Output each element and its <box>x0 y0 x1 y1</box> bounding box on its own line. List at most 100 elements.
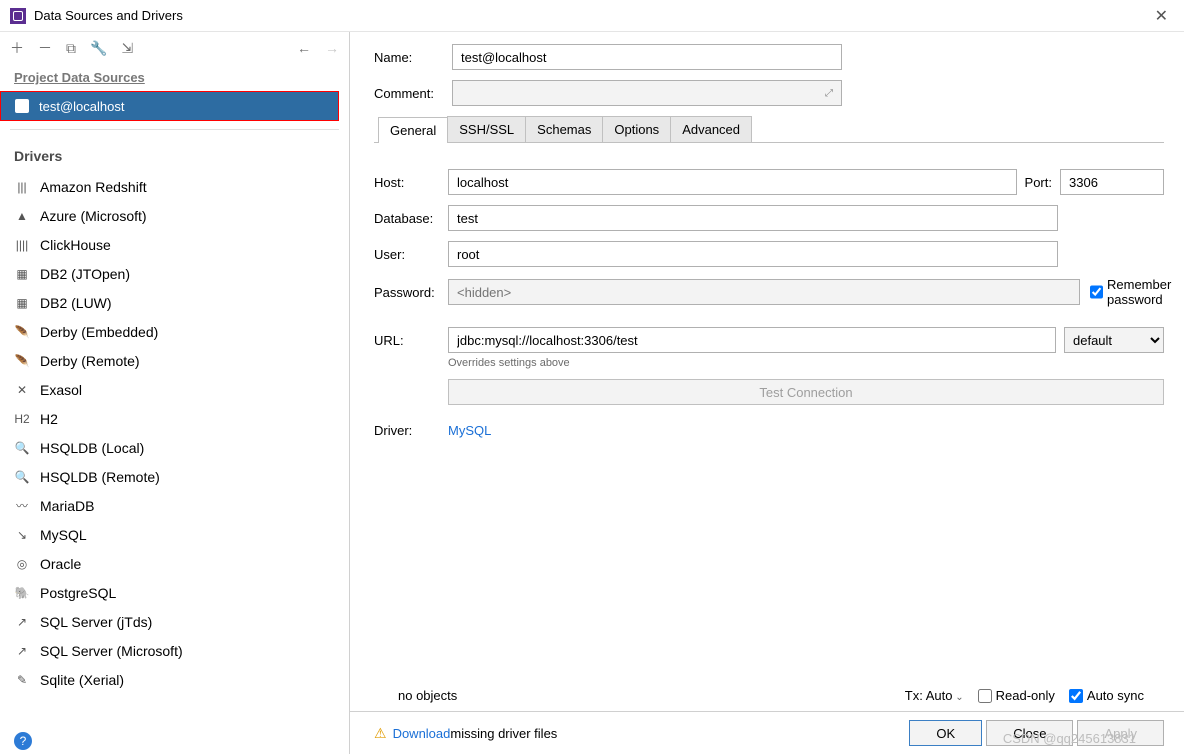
name-label: Name: <box>374 50 452 65</box>
driver-list: |||Amazon Redshift▲Azure (Microsoft)||||… <box>0 172 349 754</box>
driver-item[interactable]: 🪶 Derby (Embedded) <box>0 317 349 346</box>
driver-icon: ↘ <box>14 527 30 543</box>
driver-item[interactable]: ✎Sqlite (Xerial) <box>0 665 349 694</box>
main-panel: Name: Comment: ⤢ GeneralSSH/SSLSchemasOp… <box>350 32 1184 754</box>
driver-item[interactable]: ▦DB2 (JTOpen) <box>0 259 349 288</box>
driver-label: HSQLDB (Local) <box>40 440 144 456</box>
port-label: Port: <box>1025 175 1052 190</box>
driver-item[interactable]: ▦DB2 (LUW) <box>0 288 349 317</box>
driver-label: PostgreSQL <box>40 585 116 601</box>
driver-icon: ▲ <box>14 208 30 224</box>
driver-label: SQL Server (jTds) <box>40 614 152 630</box>
url-mode-select[interactable]: default <box>1064 327 1164 353</box>
driver-item[interactable]: |||| ClickHouse <box>0 230 349 259</box>
window-title: Data Sources and Drivers <box>34 8 183 23</box>
driver-label: DB2 (JTOpen) <box>40 266 130 282</box>
data-source-label: test@localhost <box>39 99 124 114</box>
driver-icon: ||| <box>14 179 30 195</box>
driver-item[interactable]: 🪶Derby (Remote) <box>0 346 349 375</box>
remember-label: Remember password <box>1107 277 1171 307</box>
close-icon[interactable]: ✕ <box>1149 4 1174 28</box>
expand-icon[interactable]: ⤢ <box>825 88 833 99</box>
tabs: GeneralSSH/SSLSchemasOptionsAdvanced <box>374 116 1164 143</box>
driver-icon: |||| <box>14 237 30 253</box>
copy-icon[interactable]: ⧉ <box>66 40 76 57</box>
driver-label: Oracle <box>40 556 81 572</box>
autosync-checkbox[interactable]: Auto sync <box>1069 688 1144 703</box>
driver-item[interactable]: ↘ MySQL <box>0 520 349 549</box>
driver-label: MariaDB <box>40 498 94 514</box>
driver-item[interactable]: ▲Azure (Microsoft) <box>0 201 349 230</box>
comment-input[interactable]: ⤢ <box>452 80 842 106</box>
driver-icon: ◎ <box>14 556 30 572</box>
close-button[interactable]: Close <box>986 720 1073 746</box>
autosync-input[interactable] <box>1069 689 1083 703</box>
download-link[interactable]: Download <box>393 726 451 741</box>
help-icon[interactable]: ? <box>14 732 32 750</box>
url-input[interactable] <box>448 327 1056 353</box>
driver-label: SQL Server (Microsoft) <box>40 643 183 659</box>
driver-item[interactable]: H2H2 <box>0 404 349 433</box>
driver-icon: 🪶 <box>14 324 30 340</box>
driver-icon: ✎ <box>14 672 30 688</box>
user-label: User: <box>374 247 448 262</box>
data-source-item-selected[interactable]: test@localhost <box>0 91 339 121</box>
chevron-down-icon: ⌄ <box>952 692 963 703</box>
driver-item[interactable]: 🔍 HSQLDB (Remote) <box>0 462 349 491</box>
driver-icon: 🪶 <box>14 353 30 369</box>
warning-icon: ⚠ <box>374 725 387 742</box>
app-icon <box>10 8 26 24</box>
password-input[interactable] <box>448 279 1080 305</box>
remember-checkbox-input[interactable] <box>1090 285 1103 299</box>
driver-label: ClickHouse <box>40 237 111 253</box>
name-input[interactable] <box>452 44 842 70</box>
driver-label: HSQLDB (Remote) <box>40 469 160 485</box>
diagram-icon[interactable]: ⇲ <box>121 40 133 57</box>
driver-item[interactable]: 🔍 HSQLDB (Local) <box>0 433 349 462</box>
driver-icon: 🔍 <box>14 469 30 485</box>
project-data-sources-header: Project Data Sources <box>0 64 349 91</box>
driver-icon: ✕ <box>14 382 30 398</box>
driver-icon: 🐘 <box>14 585 30 601</box>
url-label: URL: <box>374 333 448 348</box>
apply-button[interactable]: Apply <box>1077 720 1164 746</box>
ok-button[interactable]: OK <box>909 720 982 746</box>
test-connection-button[interactable]: Test Connection <box>448 379 1164 405</box>
driver-item[interactable]: 🐘 PostgreSQL <box>0 578 349 607</box>
readonly-checkbox[interactable]: Read-only <box>978 688 1055 703</box>
driver-icon: ↗ <box>14 643 30 659</box>
no-objects-text: no objects <box>398 688 457 703</box>
database-input[interactable] <box>448 205 1058 231</box>
driver-item[interactable]: ◎ Oracle <box>0 549 349 578</box>
driver-link[interactable]: MySQL <box>448 423 491 438</box>
tab-advanced[interactable]: Advanced <box>670 116 752 142</box>
wrench-icon[interactable]: 🔧 <box>90 40 107 57</box>
database-label: Database: <box>374 211 448 226</box>
driver-icon: H2 <box>14 411 30 427</box>
tab-general[interactable]: General <box>378 117 448 143</box>
tx-mode[interactable]: Tx: Auto ⌄ <box>905 688 964 703</box>
remember-password-checkbox[interactable]: Remember password <box>1090 277 1164 307</box>
driver-item[interactable]: ✕Exasol <box>0 375 349 404</box>
driver-item[interactable]: ↗SQL Server (jTds) <box>0 607 349 636</box>
driver-label: Derby (Embedded) <box>40 324 158 340</box>
tab-options[interactable]: Options <box>602 116 671 142</box>
add-icon[interactable]: ＋ <box>10 38 24 58</box>
host-input[interactable] <box>448 169 1017 195</box>
driver-item[interactable]: 〰MariaDB <box>0 491 349 520</box>
driver-item[interactable]: |||Amazon Redshift <box>0 172 349 201</box>
tab-sshssl[interactable]: SSH/SSL <box>447 116 526 142</box>
driver-label: DB2 (LUW) <box>40 295 112 311</box>
user-input[interactable] <box>448 241 1058 267</box>
back-icon[interactable]: ← <box>297 40 311 56</box>
readonly-input[interactable] <box>978 689 992 703</box>
separator <box>10 129 339 130</box>
forward-icon[interactable]: → <box>325 40 339 56</box>
port-input[interactable] <box>1060 169 1164 195</box>
driver-label: MySQL <box>40 527 87 543</box>
tab-schemas[interactable]: Schemas <box>525 116 603 142</box>
driver-icon: 🔍 <box>14 440 30 456</box>
remove-icon[interactable]: － <box>38 38 52 58</box>
title-bar: Data Sources and Drivers ✕ <box>0 0 1184 32</box>
driver-item[interactable]: ↗ SQL Server (Microsoft) <box>0 636 349 665</box>
